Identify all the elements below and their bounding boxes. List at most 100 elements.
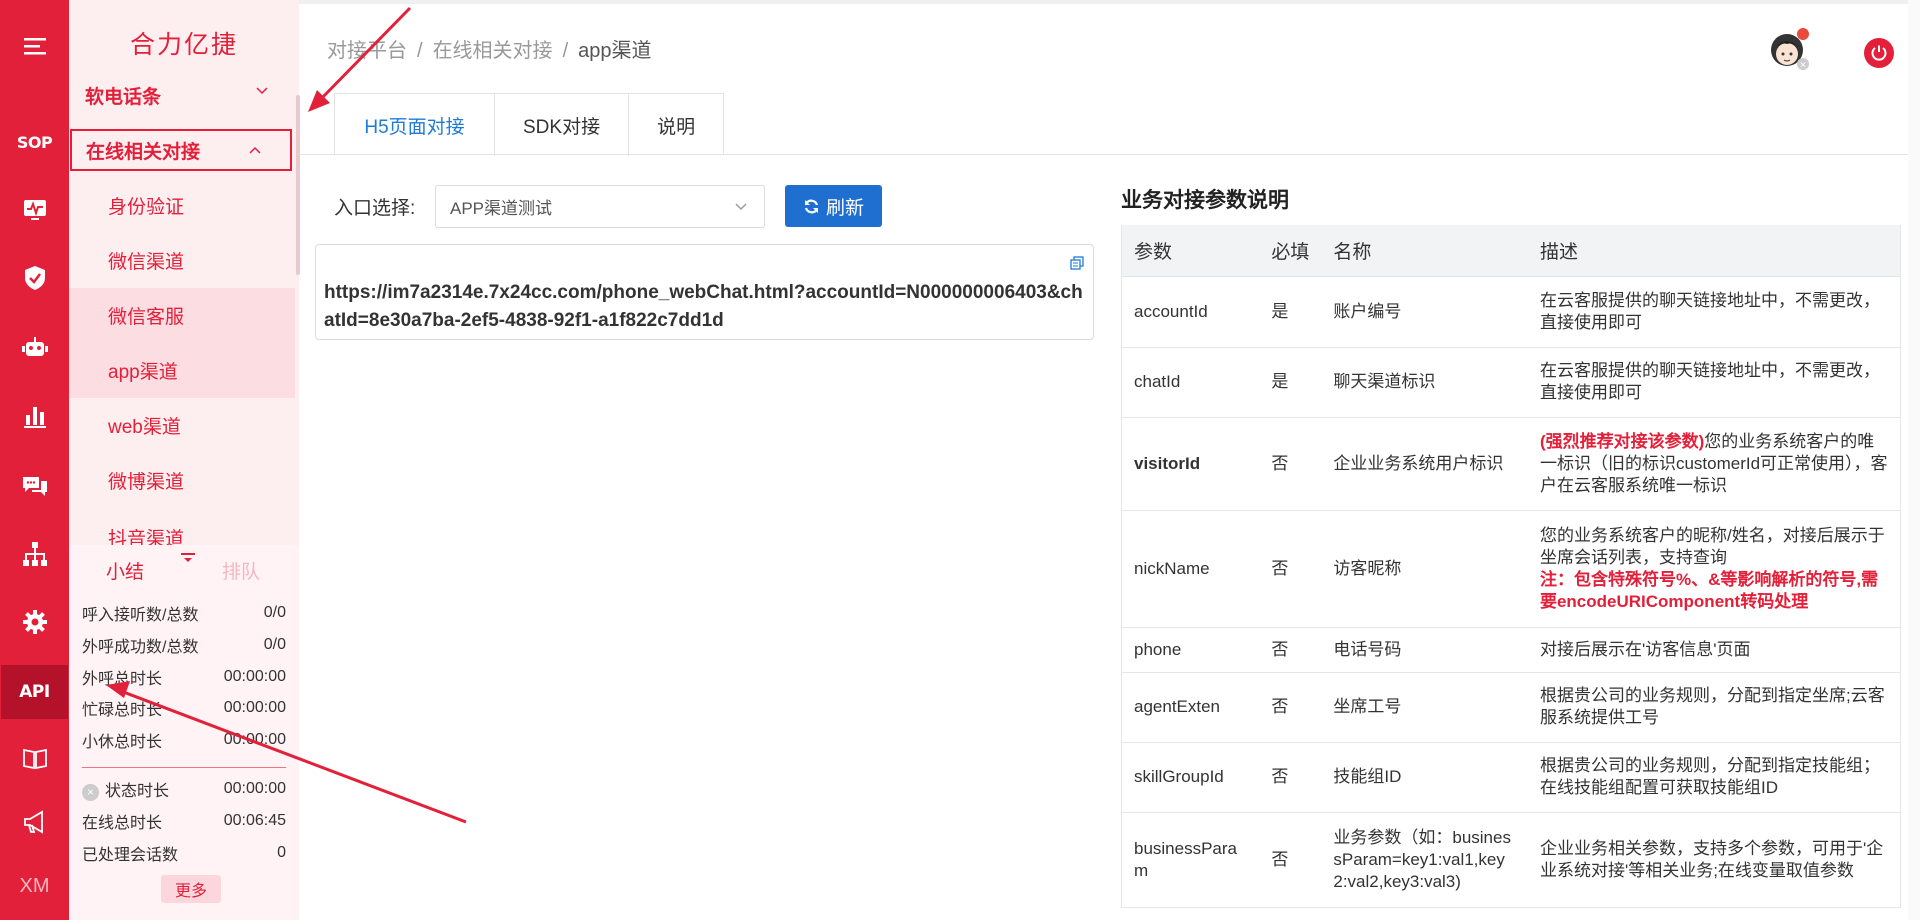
param-title: 业务参数（如：businessParam=key1:val1,key2:val2… xyxy=(1321,811,1528,908)
page-scrollbar[interactable] xyxy=(1908,0,1920,920)
power-button[interactable] xyxy=(1864,38,1894,68)
tab-queue[interactable]: 排队 xyxy=(222,557,260,584)
param-desc-text: 您的业务系统客户的昵称/姓名，对接后展示于坐席会话列表，支持查询 xyxy=(1539,525,1885,567)
stat-value: 00:00:00 xyxy=(223,699,286,716)
chat-url-box[interactable]: https://im7a2314e.7x24cc.com/phone_webCh… xyxy=(315,244,1094,340)
bar-chart-icon[interactable] xyxy=(0,388,69,444)
avatar[interactable]: × xyxy=(1767,26,1811,72)
table-row: skillGroupId 否 技能组ID 根据贵公司的业务规则，分配到指定技能组… xyxy=(1121,741,1901,813)
table-row: chatId 是 聊天渠道标识 在云客服提供的聊天链接地址中，不需更改，直接使用… xyxy=(1121,346,1901,418)
chevron-up-icon xyxy=(249,146,261,154)
tab-bar: H5页面对接 SDK对接 说明 xyxy=(334,93,725,156)
param-name: phone xyxy=(1121,626,1260,673)
breadcrumb-separator: / xyxy=(417,40,423,62)
sidebar-item-app-channel[interactable]: app渠道 xyxy=(69,343,295,398)
stat-row: 已处理会话数 0 xyxy=(82,841,286,865)
param-name: nickName xyxy=(1121,509,1260,628)
stat-label: 呼入接听数/总数 xyxy=(82,607,199,624)
robot-icon[interactable] xyxy=(0,320,69,376)
tab-instructions[interactable]: 说明 xyxy=(629,94,724,156)
param-desc-warning: 注：包含特殊符号%、&等影响解析的符号,需要encodeURIComponent… xyxy=(1539,569,1879,611)
refresh-button[interactable]: 刷新 xyxy=(785,185,882,227)
param-name: businessParam xyxy=(1121,811,1260,908)
param-title: 企业业务系统用户标识 xyxy=(1321,416,1528,511)
refresh-icon xyxy=(804,199,819,213)
stat-value: 00:00:00 xyxy=(223,780,286,797)
api-nav-item[interactable]: API xyxy=(0,663,70,721)
param-required: 否 xyxy=(1259,671,1322,743)
power-icon xyxy=(1871,45,1887,61)
stats-panel: 小结 排队 呼入接听数/总数 0/0 外呼成功数/总数 0/0 外呼总时长 00:00… xyxy=(69,545,299,920)
stat-value: 0/0 xyxy=(263,604,286,621)
entry-label: 入口选择: xyxy=(334,198,416,219)
param-title: 电话号码 xyxy=(1321,626,1528,673)
icon-rail: SOP API XM xyxy=(0,0,70,920)
sidebar-scrollbar[interactable] xyxy=(296,95,300,275)
tab-summary[interactable]: 小结 xyxy=(106,557,144,584)
monitor-icon[interactable] xyxy=(0,182,69,238)
param-desc: 在云客服提供的聊天链接地址中，不需更改，直接使用即可 xyxy=(1527,275,1901,348)
column-header: 名称 xyxy=(1321,225,1528,277)
entry-select[interactable]: APP渠道测试 xyxy=(435,185,765,228)
param-desc: 企业业务相关参数，支持多个参数，可用于'企业系统对接'等相关业务;在线变量取值参… xyxy=(1527,811,1901,908)
menu-group-online[interactable]: 在线相关对接 xyxy=(70,129,292,171)
stat-value: 0 xyxy=(277,844,286,861)
param-required: 否 xyxy=(1259,509,1322,628)
chevron-down-icon xyxy=(735,203,747,211)
menu-group-label: 软电话条 xyxy=(85,87,162,108)
stat-row: 呼入接听数/总数 0/0 xyxy=(82,601,286,625)
menu-group-softphone[interactable]: 软电话条 xyxy=(69,70,299,112)
param-title: 坐席工号 xyxy=(1321,671,1528,743)
param-desc: 对接后展示在'访客信息'页面 xyxy=(1527,626,1901,673)
refresh-label: 刷新 xyxy=(825,197,864,219)
sidebar-item-wechat-service[interactable]: 微信客服 xyxy=(69,288,295,343)
breadcrumb: 对接平台 / 在线相关对接 / app渠道 xyxy=(327,34,652,63)
more-button[interactable]: 更多 xyxy=(161,875,221,903)
gear-icon[interactable] xyxy=(0,594,69,650)
xm-label: XM xyxy=(19,874,50,897)
stat-row: 外呼总时长 00:00:00 xyxy=(82,665,286,689)
breadcrumb-item[interactable]: 对接平台 xyxy=(327,40,407,62)
column-header: 必填 xyxy=(1259,225,1322,277)
org-tree-icon[interactable] xyxy=(0,526,69,582)
megaphone-icon[interactable] xyxy=(0,794,69,850)
sop-nav-item[interactable]: SOP xyxy=(0,114,69,170)
shield-icon[interactable] xyxy=(0,250,69,306)
xm-nav-item[interactable]: XM xyxy=(0,858,69,914)
sidebar-item-wechat-channel[interactable]: 微信渠道 xyxy=(69,233,295,288)
menu-toggle-icon[interactable] xyxy=(0,18,69,74)
copy-icon[interactable] xyxy=(1069,255,1085,271)
param-title: 技能组ID xyxy=(1321,741,1528,813)
sidebar-item-weibo-channel[interactable]: 微博渠道 xyxy=(69,453,295,508)
annotation-arrowhead xyxy=(308,90,330,112)
stat-row: 小休总时长 00:00:00 xyxy=(82,728,286,752)
status-close-icon[interactable]: × xyxy=(82,784,99,801)
breadcrumb-item[interactable]: 在线相关对接 xyxy=(433,40,553,62)
table-row: visitorId 否 企业业务系统用户标识 (强烈推荐对接该参数)您的业务系统… xyxy=(1121,416,1901,511)
param-title: 账户编号 xyxy=(1321,275,1528,348)
top-bar: 对接平台 / 在线相关对接 / app渠道 × xyxy=(299,0,1920,86)
table-row: accountId 是 账户编号 在云客服提供的聊天链接地址中，不需更改，直接使… xyxy=(1121,275,1901,348)
tab-sdk[interactable]: SDK对接 xyxy=(495,94,630,156)
param-name: agentExten xyxy=(1121,671,1260,743)
param-desc: 根据贵公司的业务规则，分配到指定技能组；在线技能组配置可获取技能组ID xyxy=(1527,741,1901,813)
chat-bubbles-icon[interactable] xyxy=(0,458,69,514)
divider xyxy=(82,767,286,768)
tab-h5[interactable]: H5页面对接 xyxy=(335,94,495,156)
sidebar: 合力亿捷 软电话条 在线相关对接 身份验证 微信渠道 微信客服 app渠道 we… xyxy=(69,0,300,920)
param-name: skillGroupId xyxy=(1121,741,1260,813)
sidebar-item-identity[interactable]: 身份验证 xyxy=(69,178,295,233)
stat-value: 00:00:00 xyxy=(223,668,286,685)
param-name: visitorId xyxy=(1121,416,1260,511)
param-required: 否 xyxy=(1259,416,1322,511)
api-label: API xyxy=(19,682,50,702)
stat-value: 0/0 xyxy=(263,636,286,653)
svg-text:×: × xyxy=(1799,61,1807,71)
param-name: accountId xyxy=(1121,275,1260,348)
sidebar-item-web-channel[interactable]: web渠道 xyxy=(69,398,295,453)
chat-url-text: https://im7a2314e.7x24cc.com/phone_webCh… xyxy=(324,282,1083,331)
sidebar-item-douyin-channel[interactable]: 抖音渠道 xyxy=(69,508,295,545)
param-title: 访客昵称 xyxy=(1321,509,1528,628)
column-header: 参数 xyxy=(1121,225,1260,277)
book-icon[interactable] xyxy=(0,730,69,786)
